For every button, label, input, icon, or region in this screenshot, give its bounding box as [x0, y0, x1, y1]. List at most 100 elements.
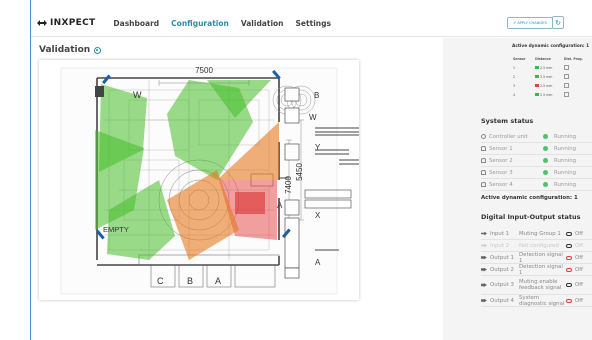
sensor-icon	[481, 170, 486, 175]
status-ok-icon	[543, 170, 548, 175]
output-icon	[481, 255, 487, 260]
status-name: Sensor 2	[489, 157, 513, 164]
io-row-input-2: Input 2 Not configured Off	[481, 240, 592, 252]
app-name: INXPECT	[50, 18, 96, 28]
nav-configuration[interactable]: Configuration	[171, 19, 229, 28]
cell-distance: 2.5 mm	[540, 92, 553, 97]
label-b-bottom: B	[187, 276, 193, 286]
input-icon	[481, 231, 487, 236]
label-a-bottom: A	[215, 276, 221, 286]
io-row-output-4: Output 4 System diagnostic signal Off	[481, 295, 592, 307]
active-config-summary: Active dynamic configuration: 1	[481, 195, 578, 201]
status-name: Controller unit	[489, 133, 528, 140]
header-divider	[31, 36, 592, 37]
checkbox[interactable]	[563, 73, 569, 79]
state-ring-icon	[566, 283, 572, 287]
page-title: Validation	[39, 45, 102, 55]
io-name: Output 1	[490, 254, 514, 261]
cell-sensor: 2	[513, 74, 516, 79]
io-description: Detection signal 1	[519, 263, 563, 276]
output-icon	[481, 283, 487, 287]
state-ring-icon	[566, 298, 572, 303]
floorplan-canvas[interactable]: 7500 7400 5450 W W B Y X A A EMPTY C B A	[39, 60, 359, 300]
status-row-sensor-3: Sensor 3 Running	[481, 167, 592, 179]
status-row-sensor-4: Sensor 4 Running	[481, 179, 592, 191]
label-w1: W	[133, 90, 142, 100]
active-dynamic-config-title: Active dynamic configuration: 1	[512, 44, 590, 49]
status-value: Running	[554, 169, 577, 176]
color-swatch	[535, 93, 540, 96]
top-bar: INXPECT Dashboard Configuration Validati…	[31, 12, 592, 34]
io-description: Muting Group 1	[519, 230, 561, 237]
status-value: Running	[554, 157, 577, 164]
dimension-top: 7500	[195, 66, 213, 75]
io-description: Muting enable feedback signal	[519, 279, 562, 291]
status-value: Running	[554, 145, 577, 152]
io-description: Detection signal 1	[519, 251, 563, 264]
refresh-button[interactable]: ↻	[552, 16, 564, 29]
label-b: B	[314, 91, 319, 100]
refresh-icon: ↻	[555, 18, 561, 27]
status-name: Sensor 1	[489, 145, 513, 152]
nav-settings[interactable]: Settings	[296, 19, 331, 28]
table-header-row: Sensor Distance Dist. Prog.	[511, 55, 592, 63]
col-distance: Distance	[535, 57, 551, 61]
label-w2: W	[309, 113, 317, 122]
sensor-icon	[481, 158, 486, 163]
io-state: Off	[575, 230, 583, 237]
io-state: Off	[575, 254, 583, 261]
checkbox[interactable]	[563, 64, 569, 70]
col-dist-prog: Dist. Prog.	[563, 57, 583, 61]
nav-validation[interactable]: Validation	[241, 19, 284, 28]
status-value: Running	[554, 133, 577, 140]
sensor-icon	[481, 182, 486, 187]
io-description: Not configured	[519, 242, 559, 249]
io-state: Off	[575, 266, 583, 273]
inxpect-logo-icon	[37, 20, 47, 26]
io-name: Input 2	[490, 242, 510, 249]
sensor-icon	[481, 146, 486, 151]
label-c: C	[157, 276, 164, 286]
system-status-title: System status	[481, 117, 534, 125]
app-logo[interactable]: INXPECT	[37, 18, 95, 28]
status-ok-icon	[543, 146, 548, 151]
status-ok-icon	[543, 158, 548, 163]
cell-sensor: 4	[513, 92, 516, 97]
checkbox[interactable]	[563, 91, 569, 97]
io-name: Input 1	[490, 230, 510, 237]
apply-changes-button[interactable]: ✔ APPLY CHANGES	[507, 17, 553, 29]
color-swatch	[535, 84, 540, 87]
io-row-output-2: Output 2 Detection signal 1 Off	[481, 264, 592, 276]
io-row-output-3: Output 3 Muting enable feedback signal O…	[481, 276, 592, 295]
input-icon	[481, 243, 487, 248]
color-swatch	[535, 66, 540, 69]
io-status-title: Digital Input-Output status	[481, 213, 581, 221]
state-ring-icon	[566, 255, 572, 260]
app-frame: INXPECT Dashboard Configuration Validati…	[30, 0, 592, 340]
cell-sensor: 3	[513, 83, 516, 88]
page-title-text: Validation	[39, 45, 91, 55]
label-x: X	[315, 211, 321, 220]
state-ring-icon	[566, 231, 572, 236]
label-y: Y	[315, 143, 321, 152]
cell-distance: 2.5 mm	[540, 74, 553, 79]
settings-gear-icon[interactable]	[94, 46, 102, 54]
table-row: 3 2.5 mm	[511, 81, 592, 90]
io-row-output-1: Output 1 Detection signal 1 Off	[481, 252, 592, 264]
status-name: Sensor 4	[489, 181, 513, 188]
io-name: Output 4	[490, 297, 514, 304]
color-swatch	[535, 75, 540, 78]
io-description: System diagnostic signal	[519, 294, 565, 307]
status-row-sensor-1: Sensor 1 Running	[481, 143, 592, 155]
io-name: Output 2	[490, 266, 514, 273]
status-ok-icon	[543, 134, 548, 139]
col-sensor: Sensor	[513, 57, 526, 61]
table-row: 2 2.5 mm	[511, 72, 592, 81]
io-row-input-1: Input 1 Muting Group 1 Off	[481, 228, 592, 240]
nav-dashboard[interactable]: Dashboard	[113, 19, 159, 28]
checkbox[interactable]	[563, 82, 569, 88]
label-a-outer: A	[315, 258, 321, 267]
active-dynamic-config-table: Sensor Distance Dist. Prog. 1 2.5 mm 2 2…	[511, 55, 592, 99]
status-value: Running	[554, 181, 577, 188]
state-ring-icon	[566, 243, 572, 248]
